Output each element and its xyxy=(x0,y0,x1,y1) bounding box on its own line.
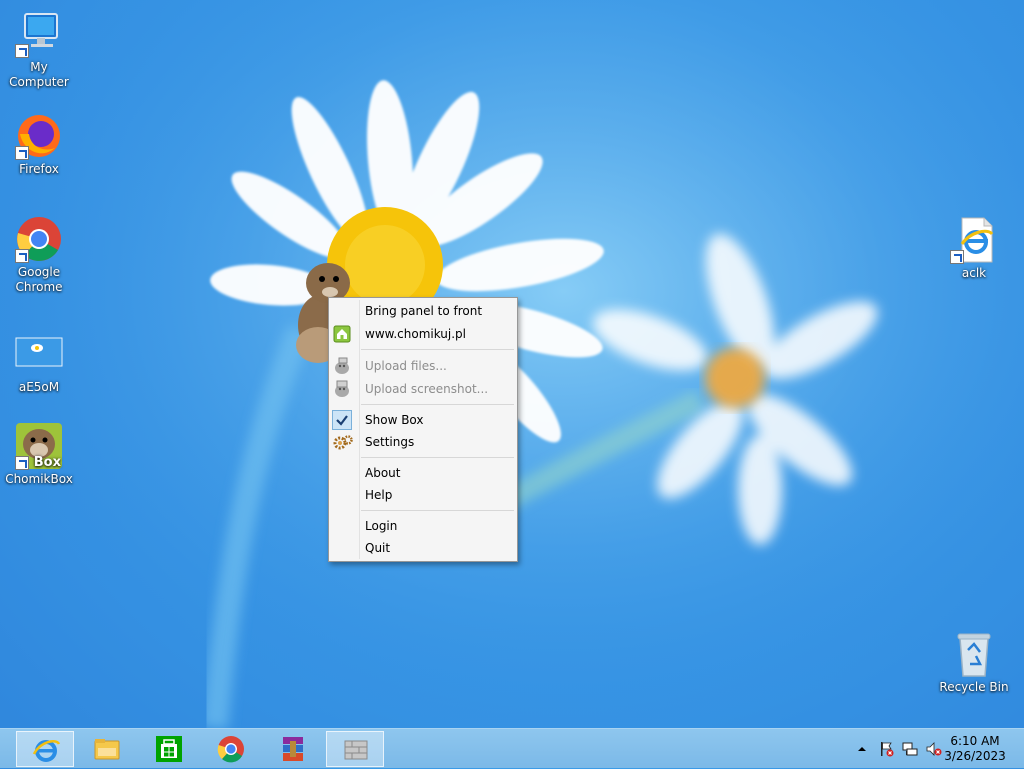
menu-item-label: Quit xyxy=(365,541,391,555)
taskbar-store[interactable] xyxy=(140,731,198,767)
clock-date: 3/26/2023 xyxy=(944,749,1006,763)
firefox-icon xyxy=(15,112,63,160)
menu-separator xyxy=(361,457,514,458)
winrar-icon xyxy=(283,737,303,761)
system-clock[interactable]: 6:10 AM 3/26/2023 xyxy=(940,734,1010,764)
menu-item-label: Settings xyxy=(365,435,415,449)
system-tray: 6:10 AM 3/26/2023 xyxy=(844,729,1024,769)
checkmark-icon xyxy=(332,410,352,430)
menu-item-label: Show Box xyxy=(365,413,424,427)
menu-item-settings[interactable]: Settings xyxy=(331,431,515,453)
desktop-icon-chomikbox[interactable]: Box ChomikBox xyxy=(1,422,77,487)
menu-separator xyxy=(361,510,514,511)
menu-item-label: www.chomikuj.pl xyxy=(365,327,467,341)
desktop-icon-label: Google Chrome xyxy=(15,265,63,294)
menu-item-label: Login xyxy=(365,519,398,533)
store-icon xyxy=(156,736,182,762)
shortcut-arrow-icon xyxy=(15,146,29,160)
desktop-icon-ae5om[interactable]: aE5oM xyxy=(1,330,77,395)
taskbar-chrome[interactable] xyxy=(202,731,260,767)
internet-explorer-icon xyxy=(32,740,60,762)
menu-item-www-chomikuj[interactable]: www.chomikuj.pl xyxy=(331,323,515,345)
internet-shortcut-icon xyxy=(950,216,998,264)
menu-separator xyxy=(361,349,514,350)
menu-item-show-box[interactable]: Show Box xyxy=(331,409,515,431)
menu-item-label: Upload screenshot... xyxy=(365,382,489,396)
menu-item-label: Help xyxy=(365,488,393,502)
desktop-icon-label: aE5oM xyxy=(18,380,60,394)
desktop-icon-chrome[interactable]: Google Chrome xyxy=(1,215,77,295)
desktop-icon-label: My Computer xyxy=(9,60,69,89)
desktop-icon-label: Firefox xyxy=(19,162,59,176)
screenshot-icon xyxy=(333,380,351,398)
desktop-icon-label: aclk xyxy=(961,266,987,280)
computer-icon xyxy=(15,10,63,58)
desktop-icon-aclk[interactable]: aclk xyxy=(936,216,1012,281)
desktop-icon-label: ChomikBox xyxy=(5,472,73,486)
menu-item-help[interactable]: Help xyxy=(331,484,515,506)
show-hidden-icons-chevron-icon[interactable] xyxy=(854,741,870,757)
desktop-icon-recycle-bin[interactable]: Recycle Bin xyxy=(936,630,1012,695)
taskbar-winrar[interactable] xyxy=(264,731,322,767)
chrome-icon xyxy=(15,215,63,263)
desktop: My Computer Firefox Google Chrome aE5oM … xyxy=(0,0,1024,728)
network-icon[interactable] xyxy=(902,741,918,757)
taskbar: 6:10 AM 3/26/2023 xyxy=(0,728,1024,768)
image-file-icon xyxy=(15,330,63,378)
chomikbox-icon xyxy=(344,740,368,760)
shortcut-arrow-icon xyxy=(950,250,964,264)
desktop-icon-label: Recycle Bin xyxy=(939,680,1009,694)
clock-time: 6:10 AM xyxy=(950,734,1000,748)
menu-item-bring-panel-to-front[interactable]: Bring panel to front xyxy=(331,300,515,322)
action-center-flag-icon[interactable] xyxy=(878,741,894,757)
menu-item-upload-screenshot[interactable]: Upload screenshot... xyxy=(331,378,515,400)
menu-item-login[interactable]: Login xyxy=(331,515,515,537)
menu-item-quit[interactable]: Quit xyxy=(331,537,515,559)
menu-item-about[interactable]: About xyxy=(331,462,515,484)
menu-item-upload-files[interactable]: Upload files... xyxy=(331,355,515,377)
gears-icon xyxy=(333,433,353,451)
desktop-icon-firefox[interactable]: Firefox xyxy=(1,112,77,177)
menu-separator xyxy=(361,404,514,405)
context-menu: Bring panel to front www.chomikuj.pl Upl… xyxy=(328,297,518,562)
taskbar-internet-explorer[interactable] xyxy=(16,731,74,767)
upload-icon xyxy=(333,357,351,375)
desktop-icon-my-computer[interactable]: My Computer xyxy=(1,10,77,90)
file-explorer-icon xyxy=(94,739,120,760)
taskbar-file-explorer[interactable] xyxy=(78,731,136,767)
menu-item-label: Bring panel to front xyxy=(365,304,483,318)
shortcut-arrow-icon xyxy=(15,44,29,58)
taskbar-chomikbox[interactable] xyxy=(326,731,384,767)
chomikbox-icon: Box xyxy=(15,422,63,470)
shortcut-arrow-icon xyxy=(15,249,29,263)
shortcut-arrow-icon xyxy=(15,456,29,470)
home-icon xyxy=(333,325,351,343)
menu-item-label: About xyxy=(365,466,401,480)
menu-item-label: Upload files... xyxy=(365,359,447,373)
chrome-icon xyxy=(217,736,244,763)
recycle-bin-icon xyxy=(950,630,998,678)
chomikbox-badge: Box xyxy=(33,455,61,470)
